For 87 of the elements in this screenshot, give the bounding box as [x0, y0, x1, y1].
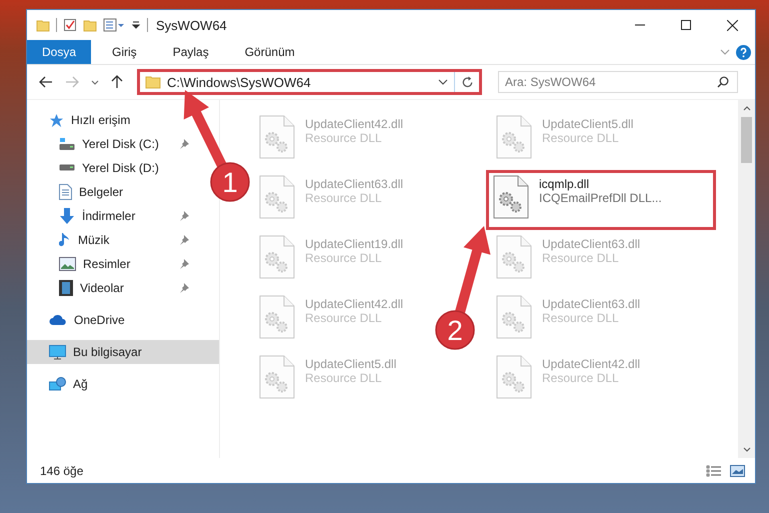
folder-icon: [145, 75, 161, 89]
file-type: Resource DLL: [305, 311, 383, 325]
file-type: Resource DLL: [542, 371, 620, 385]
details-view-icon[interactable]: [706, 464, 722, 476]
sidebar-item[interactable]: Resimler: [27, 252, 195, 276]
window-title: SysWOW64: [156, 18, 227, 32]
sidebar-item[interactable]: İndirmeler: [27, 204, 195, 228]
pin-icon[interactable]: [179, 211, 189, 221]
gear-file-icon: [496, 115, 532, 159]
refresh-icon[interactable]: [461, 76, 474, 88]
sidebar-item[interactable]: Hızlı erişim: [27, 108, 219, 132]
drive-icon: [59, 137, 75, 151]
checkmark-icon[interactable]: [63, 18, 77, 32]
file-name: UpdateClient63.dll: [542, 297, 640, 311]
pin-icon[interactable]: [179, 259, 189, 269]
file-name: UpdateClient5.dll: [542, 117, 634, 131]
sidebar-item[interactable]: Yerel Disk (D:): [27, 156, 195, 180]
pin-icon[interactable]: [179, 139, 189, 149]
gear-file-icon: [496, 295, 532, 339]
file-name: icqmlp.dll: [539, 177, 590, 191]
picture-icon: [59, 257, 76, 271]
monitor-icon: [49, 344, 66, 360]
download-arrow-icon: [59, 208, 75, 224]
properties-icon[interactable]: [103, 18, 125, 32]
sidebar-item[interactable]: Bu bilgisayar: [27, 340, 219, 364]
gear-file-icon: [496, 355, 532, 399]
pin-icon[interactable]: [179, 283, 189, 293]
callout-number-badge: 2: [435, 310, 475, 350]
sidebar-item[interactable]: Belgeler: [27, 180, 195, 204]
star-icon: [49, 112, 64, 128]
file-name: UpdateClient63.dll: [305, 177, 404, 191]
gear-file-icon: [493, 175, 529, 219]
gear-file-icon: [259, 295, 295, 339]
sidebar-item[interactable]: Ağ: [27, 372, 219, 396]
minimize-icon: [635, 24, 645, 26]
file-item[interactable]: icqmlp.dll ICQEmailPrefDll DLL...: [486, 170, 716, 230]
file-name: UpdateClient42.dll: [305, 297, 404, 311]
gear-file-icon: [496, 235, 532, 279]
callout-number-badge: 1: [210, 162, 250, 202]
search-icon: [717, 76, 729, 88]
file-name: UpdateClient42.dll: [305, 117, 404, 131]
scroll-up-icon[interactable]: [742, 106, 750, 111]
file-type: Resource DLL: [542, 251, 620, 265]
gear-file-icon: [259, 175, 295, 219]
file-type: Resource DLL: [542, 131, 620, 145]
sidebar-item[interactable]: Yerel Disk (C:): [27, 132, 195, 156]
address-field[interactable]: C:\Windows\SysWOW64: [137, 69, 482, 95]
file-name: UpdateClient42.dll: [542, 357, 640, 371]
large-icons-view-icon[interactable]: [730, 464, 745, 476]
music-note-icon: [59, 232, 71, 248]
gear-file-icon: [259, 115, 295, 159]
search-field[interactable]: Ara: SysWOW64: [498, 71, 738, 93]
network-icon: [49, 376, 66, 392]
file-name: UpdateClient5.dll: [305, 357, 396, 371]
chevron-down-icon[interactable]: [91, 80, 99, 84]
chevron-down-icon[interactable]: [438, 79, 448, 85]
file-name: UpdateClient19.dll: [305, 237, 404, 251]
cloud-icon: [49, 314, 67, 326]
scroll-down-icon[interactable]: [742, 447, 750, 452]
dropdown-icon[interactable]: [131, 20, 141, 30]
sidebar-item[interactable]: OneDrive: [27, 308, 219, 332]
up-arrow-icon[interactable]: [111, 75, 123, 89]
file-type: Resource DLL: [305, 251, 383, 265]
help-icon[interactable]: [736, 44, 751, 60]
ribbon-tab[interactable]: Dosya: [27, 40, 92, 64]
close-icon: [726, 20, 738, 30]
maximize-icon: [681, 20, 691, 30]
ribbon-tab[interactable]: Paylaş: [158, 40, 224, 64]
sidebar-item[interactable]: Müzik: [27, 228, 195, 252]
drive-icon: [59, 164, 75, 171]
scrollbar-thumb[interactable]: [741, 117, 752, 163]
file-type: Resource DLL: [305, 191, 383, 205]
gear-file-icon: [259, 235, 295, 279]
file-type: Resource DLL: [305, 131, 383, 145]
file-name: UpdateClient63.dll: [542, 237, 640, 251]
sidebar-item[interactable]: Videolar: [27, 276, 195, 300]
file-type: ICQEmailPrefDll DLL...: [539, 191, 662, 205]
file-type: Resource DLL: [305, 371, 383, 385]
item-count: 146 öğe: [40, 464, 84, 478]
gear-file-icon: [259, 355, 295, 399]
pin-icon[interactable]: [179, 235, 189, 245]
document-icon: [59, 184, 72, 200]
back-arrow-icon[interactable]: [39, 76, 53, 88]
file-type: Resource DLL: [542, 311, 620, 325]
ribbon-tab[interactable]: Görünüm: [230, 40, 310, 64]
film-icon: [59, 280, 73, 296]
ribbon-tab[interactable]: Giriş: [97, 40, 152, 64]
